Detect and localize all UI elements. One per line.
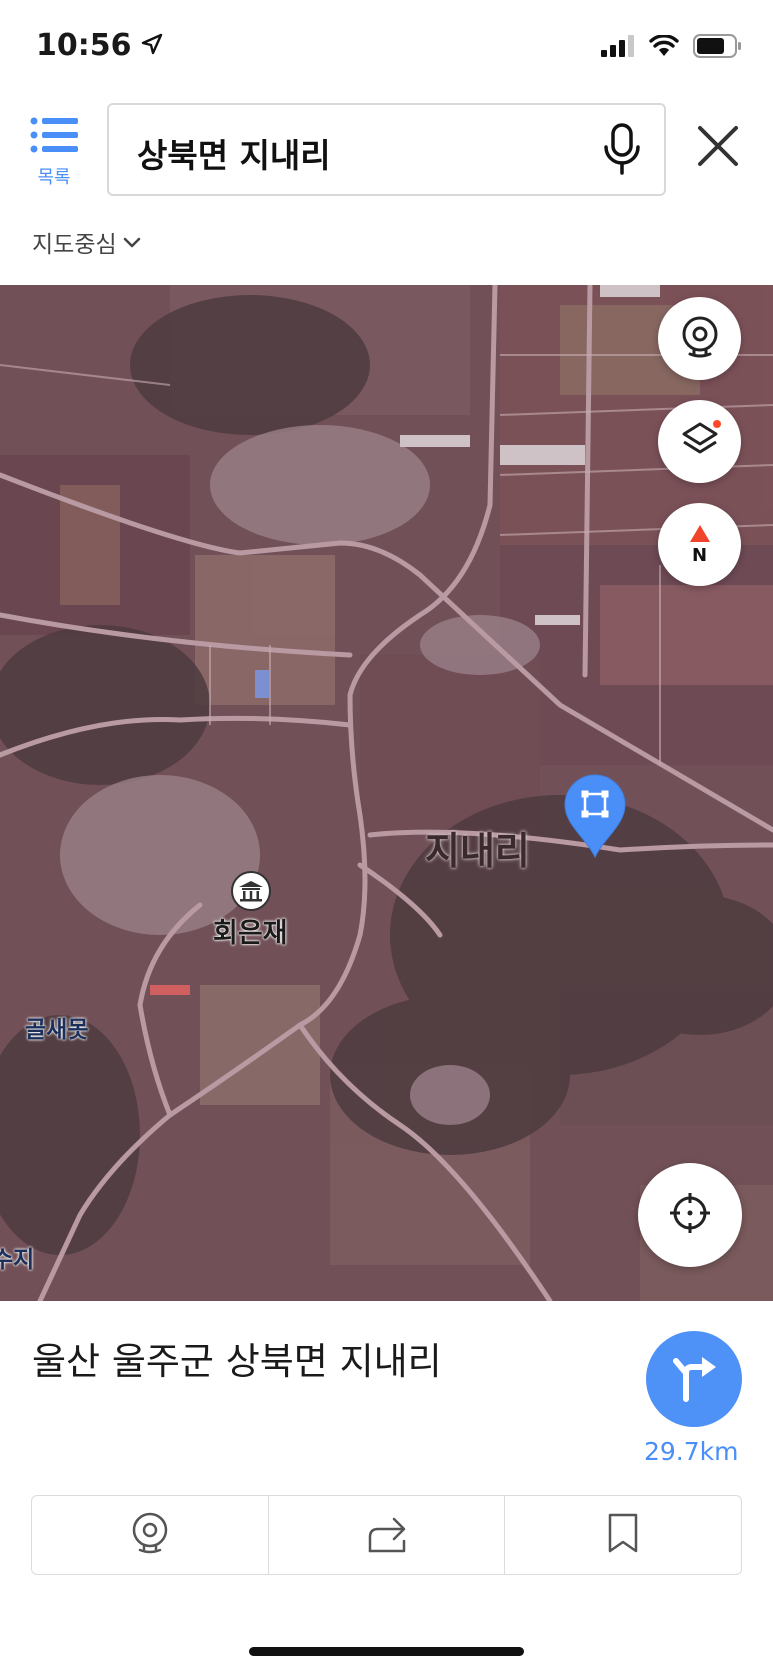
map-label-poi[interactable]: 회은재 bbox=[213, 911, 288, 950]
battery-icon bbox=[693, 34, 743, 62]
close-icon[interactable] bbox=[695, 123, 741, 173]
status-time: 10:56 bbox=[36, 28, 132, 63]
map-center-dropdown[interactable]: 지도중심 bbox=[32, 225, 141, 259]
satellite-map[interactable]: 지내리 회은재 골새못 수지 N bbox=[0, 285, 773, 1301]
location-pin-icon[interactable] bbox=[563, 773, 627, 863]
directions-icon bbox=[668, 1351, 720, 1407]
compass-button[interactable]: N bbox=[658, 503, 741, 586]
share-icon bbox=[366, 1513, 408, 1557]
satellite-imagery bbox=[0, 285, 773, 1301]
list-label: 목록 bbox=[37, 167, 71, 188]
place-address: 울산 울주군 상북면 지내리 bbox=[32, 1340, 442, 1383]
street-view-icon bbox=[680, 314, 720, 364]
place-info-panel: 울산 울주군 상북면 지내리 29.7km bbox=[0, 1301, 773, 1674]
map-center-label: 지도중심 bbox=[32, 232, 117, 258]
north-letter: N bbox=[691, 544, 708, 566]
location-arrow-icon bbox=[140, 32, 164, 60]
layers-button[interactable] bbox=[658, 400, 741, 483]
home-indicator[interactable] bbox=[249, 1647, 524, 1656]
distance-text: 29.7km bbox=[644, 1437, 739, 1466]
compass-icon bbox=[689, 524, 711, 547]
action-bar bbox=[31, 1495, 742, 1575]
chevron-down-icon bbox=[123, 229, 141, 255]
street-view-action[interactable] bbox=[32, 1496, 269, 1574]
wifi-icon bbox=[649, 34, 679, 61]
list-icon bbox=[30, 117, 78, 157]
microphone-icon[interactable] bbox=[602, 123, 642, 181]
landmark-icon[interactable] bbox=[231, 871, 271, 911]
signal-icon bbox=[601, 35, 635, 61]
search-query-text: 상북면 지내리 bbox=[137, 136, 331, 175]
list-button[interactable]: 목록 bbox=[28, 117, 80, 189]
layer-notification-dot bbox=[713, 420, 721, 428]
directions-button[interactable] bbox=[646, 1331, 742, 1427]
bookmark-action[interactable] bbox=[505, 1496, 741, 1574]
status-time-group: 10:56 bbox=[36, 28, 164, 63]
bookmark-icon bbox=[607, 1512, 639, 1558]
status-icons bbox=[601, 34, 743, 62]
current-location-button[interactable] bbox=[638, 1163, 742, 1267]
status-bar: 10:56 bbox=[0, 0, 773, 95]
crosshair-icon bbox=[668, 1191, 712, 1239]
share-action[interactable] bbox=[269, 1496, 506, 1574]
search-input[interactable]: 상북면 지내리 bbox=[107, 103, 666, 196]
map-label-reservoir: 수지 bbox=[0, 1247, 35, 1273]
search-header: 목록 상북면 지내리 지도중심 bbox=[0, 95, 773, 285]
map-label-golsae: 골새못 bbox=[25, 1017, 89, 1043]
street-view-button[interactable] bbox=[658, 297, 741, 380]
street-view-icon bbox=[130, 1510, 170, 1560]
map-label-village: 지내리 bbox=[425, 829, 530, 873]
